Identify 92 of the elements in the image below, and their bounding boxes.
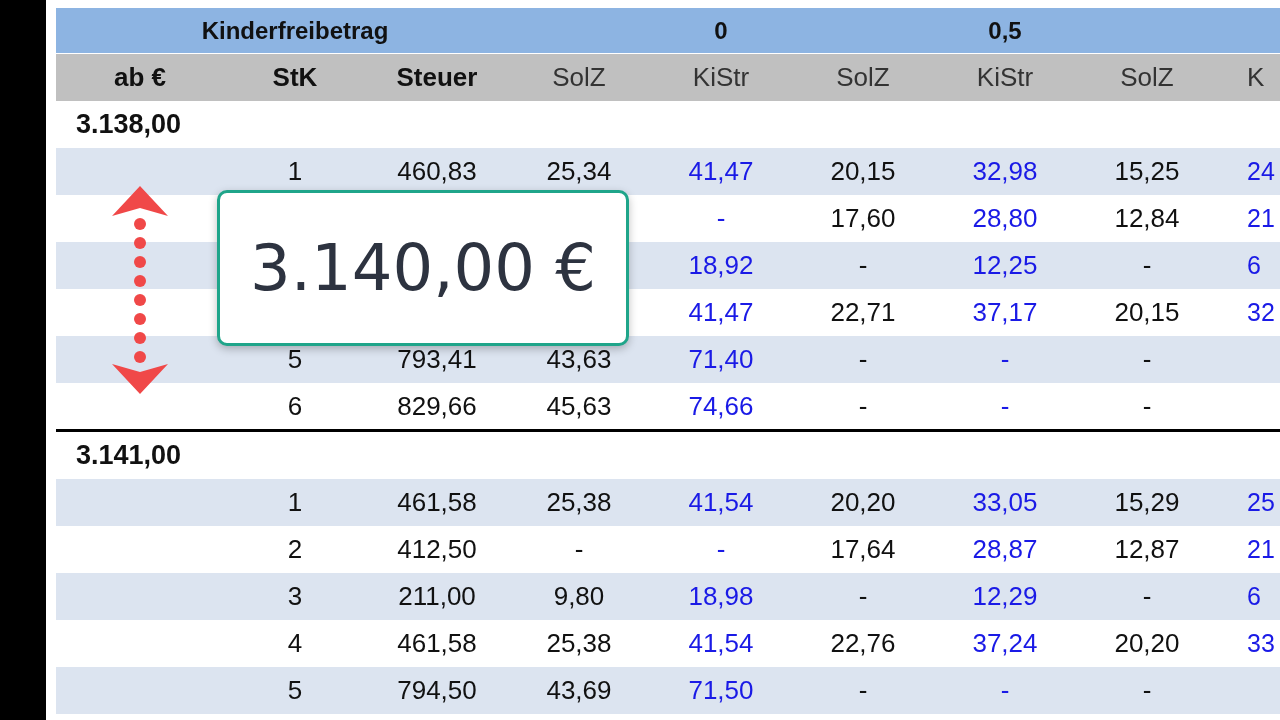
table-cell: 461,58 bbox=[397, 628, 477, 659]
table-cell: 829,66 bbox=[397, 391, 477, 422]
table-cell: 17,60 bbox=[830, 203, 896, 234]
table-cell: 74,66 bbox=[688, 391, 754, 422]
table-cell: 25,34 bbox=[546, 156, 612, 187]
table-cell: 22,71 bbox=[830, 297, 896, 328]
table-cell: - bbox=[716, 534, 726, 565]
table-cell: 5 bbox=[287, 344, 303, 375]
column-header: SolZ bbox=[1120, 62, 1174, 93]
table-cell: 18,98 bbox=[688, 581, 754, 612]
table-cell: - bbox=[716, 203, 726, 234]
header-cell: 0,5 bbox=[988, 16, 1022, 45]
table-cell: 33,05 bbox=[972, 487, 1038, 518]
column-header: Steuer bbox=[396, 62, 478, 93]
table-cell: - bbox=[858, 250, 868, 281]
table-cell: 4 bbox=[287, 628, 303, 659]
table-cell: 71,50 bbox=[688, 675, 754, 706]
double-arrow-icon bbox=[110, 184, 170, 396]
table-cell: - bbox=[1000, 391, 1010, 422]
table-cell: 37,17 bbox=[972, 297, 1038, 328]
table-cell: 12,84 bbox=[1114, 203, 1180, 234]
group-label: 3.141,00 bbox=[76, 440, 182, 471]
table-cell: 41,54 bbox=[688, 487, 754, 518]
table-cell: 6 bbox=[1247, 251, 1261, 280]
table-cell: - bbox=[1142, 391, 1152, 422]
table-cell: 15,25 bbox=[1114, 156, 1180, 187]
table-cell: - bbox=[1142, 250, 1152, 281]
table-cell: 32,98 bbox=[972, 156, 1038, 187]
table-cell: 3 bbox=[287, 581, 303, 612]
table-cell: 2 bbox=[287, 534, 303, 565]
table-cell: 793,41 bbox=[397, 344, 477, 375]
table-cell: 20,20 bbox=[1114, 628, 1180, 659]
table-cell: 5 bbox=[287, 675, 303, 706]
table-cell: - bbox=[1000, 344, 1010, 375]
table-cell: 37,24 bbox=[972, 628, 1038, 659]
table-cell: 21 bbox=[1247, 535, 1275, 564]
table-cell: 12,29 bbox=[972, 581, 1038, 612]
group-label: 3.138,00 bbox=[76, 109, 182, 140]
column-header: K bbox=[1247, 62, 1265, 93]
table-cell: 20,20 bbox=[830, 487, 896, 518]
table-cell: 22,76 bbox=[830, 628, 896, 659]
table-cell: 43,69 bbox=[546, 675, 612, 706]
column-header: ab € bbox=[114, 62, 166, 93]
amount-text: 3.140,00 € bbox=[249, 231, 597, 305]
table-cell: 28,80 bbox=[972, 203, 1038, 234]
table-cell: 1 bbox=[287, 156, 303, 187]
table-cell: - bbox=[858, 581, 868, 612]
column-header: SolZ bbox=[552, 62, 606, 93]
table-cell: 12,87 bbox=[1114, 534, 1180, 565]
table-cell: 32 bbox=[1247, 298, 1275, 327]
table-cell: 25,38 bbox=[546, 487, 612, 518]
table-cell: 71,40 bbox=[688, 344, 754, 375]
table-cell: 41,54 bbox=[688, 628, 754, 659]
table-cell: 41,47 bbox=[688, 156, 754, 187]
table-cell: 6 bbox=[1247, 582, 1261, 611]
table-cell: 460,83 bbox=[397, 156, 477, 187]
table-cell: 25 bbox=[1247, 488, 1275, 517]
table-cell: 794,50 bbox=[397, 675, 477, 706]
table-cell: 6 bbox=[287, 391, 303, 422]
table-cell: - bbox=[858, 344, 868, 375]
column-header: KiStr bbox=[976, 62, 1034, 93]
table-cell: - bbox=[1000, 675, 1010, 706]
table-cell: 9,80 bbox=[553, 581, 605, 612]
table-cell: - bbox=[1142, 675, 1152, 706]
table-cell: 20,15 bbox=[1114, 297, 1180, 328]
table-cell: 211,00 bbox=[398, 581, 476, 612]
table-cell: 18,92 bbox=[688, 250, 754, 281]
table-cell: 412,50 bbox=[397, 534, 477, 565]
table-cell: 15,29 bbox=[1114, 487, 1180, 518]
header-cell: Kinderfreibetrag bbox=[201, 16, 389, 45]
table-cell: - bbox=[574, 534, 584, 565]
column-header: StK bbox=[272, 62, 318, 93]
table-cell: 1 bbox=[287, 487, 303, 518]
table-cell: 461,58 bbox=[397, 487, 477, 518]
table-cell: 25,38 bbox=[546, 628, 612, 659]
table-cell: 45,63 bbox=[546, 391, 612, 422]
table-cell: 17,64 bbox=[830, 534, 896, 565]
table-cell: - bbox=[1142, 581, 1152, 612]
column-header: KiStr bbox=[692, 62, 750, 93]
table-cell: - bbox=[858, 391, 868, 422]
table-cell: 41,47 bbox=[688, 297, 754, 328]
table-cell: - bbox=[1142, 344, 1152, 375]
table-cell: 43,63 bbox=[546, 344, 612, 375]
table-cell: 24 bbox=[1247, 157, 1275, 186]
table-cell: 20,15 bbox=[830, 156, 896, 187]
table-cell: 33 bbox=[1247, 629, 1275, 658]
header-cell: 0 bbox=[714, 16, 728, 45]
table-cell: 21 bbox=[1247, 204, 1275, 233]
table-cell: 28,87 bbox=[972, 534, 1038, 565]
table-cell: 12,25 bbox=[972, 250, 1038, 281]
column-header: SolZ bbox=[836, 62, 890, 93]
table-cell: - bbox=[858, 675, 868, 706]
